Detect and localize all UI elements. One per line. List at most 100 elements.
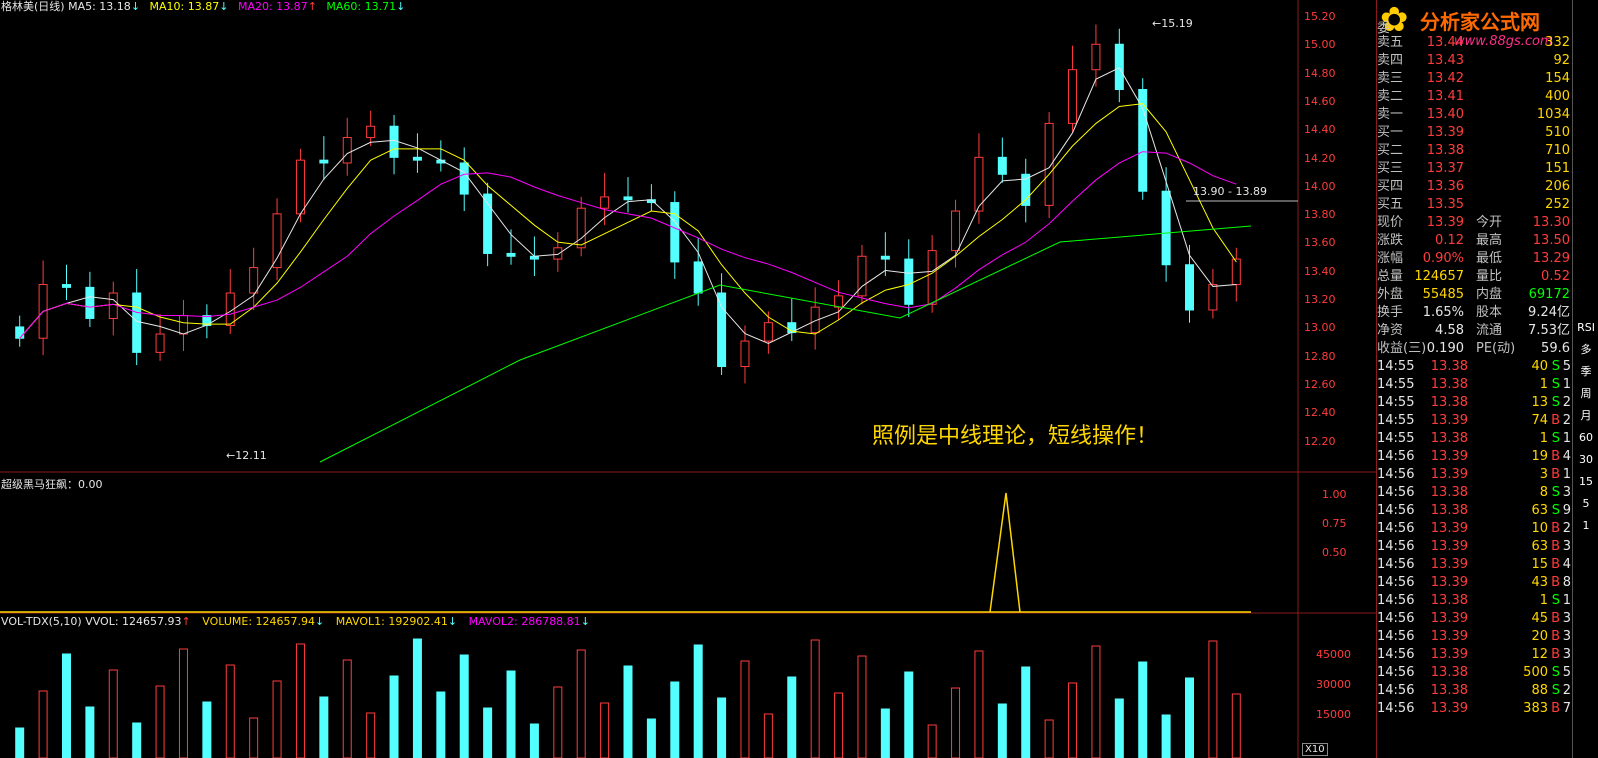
candle-body	[880, 255, 890, 260]
volume-bar	[295, 643, 305, 758]
commentary-text: 照例是中线理论，短线操作！	[872, 424, 1159, 449]
stock-name: 格林美(日线)	[1, 0, 65, 13]
volume-tick: 45000	[1316, 648, 1351, 661]
quote-row: 外盘 55485 内盘 69172	[1377, 287, 1570, 303]
candle-body	[15, 326, 25, 339]
volume-bar	[880, 708, 890, 758]
arrow-down-icon: ↓	[396, 0, 406, 13]
candle-body	[1231, 258, 1241, 286]
toolbar-button[interactable]: 多	[1577, 342, 1595, 358]
volume-bar	[319, 696, 329, 758]
volume-bar	[763, 713, 773, 758]
volume-bar	[1161, 714, 1171, 758]
indicator-title: 超级黑马狂飙：0.00	[1, 478, 103, 491]
ma20-label: MA20: 13.87	[237, 0, 308, 13]
candle-body	[155, 333, 165, 353]
ma5-label: MA5: 13.18	[68, 0, 131, 13]
volume-bar	[1021, 666, 1031, 758]
volume-bar	[623, 665, 633, 758]
candle-body	[272, 213, 282, 269]
indicator-axis: 1.00 0.75 0.50	[1300, 472, 1376, 612]
quote-row: 14:56 13.38 500 S 5	[1377, 665, 1571, 681]
candle-body	[61, 284, 71, 288]
volume-tick: 30000	[1316, 678, 1351, 691]
high-value: 15.19	[1161, 17, 1193, 30]
quote-row: 14:56 13.39 3 B 1	[1377, 467, 1571, 483]
ma60-label: MA60: 13.71	[326, 0, 397, 13]
price-axis: 15.20 15.00 14.80 14.60 14.40 14.20 14.00 13.80…	[1300, 0, 1376, 472]
candle-body	[693, 261, 703, 294]
quote-row: 14:56 13.38 8 S 3	[1377, 485, 1571, 501]
volume-bar	[1091, 645, 1101, 758]
quote-panel: 委卖五 13.44 332 卖四 13.43 92 卖三 13.42 154 卖二 13.41 400…	[1376, 0, 1572, 758]
volume-bar	[1068, 682, 1078, 758]
volume-bar	[576, 649, 586, 758]
volume-bar	[1114, 698, 1124, 758]
candle-body	[1208, 284, 1218, 311]
candle-body	[927, 250, 937, 305]
quote-row: 涨幅 0.90% 最低 13.29	[1377, 251, 1570, 267]
volume-bar	[670, 681, 680, 758]
volume-bar	[85, 706, 95, 758]
right-toolbar: RSI 多季周月 60 30 15 5 1	[1572, 0, 1598, 758]
volume-bar	[810, 639, 820, 758]
volume-bar	[483, 707, 493, 758]
price-tick: 14.00	[1304, 179, 1336, 193]
candle-body	[1138, 88, 1148, 192]
arrow-up-icon: ↑	[307, 0, 317, 13]
candle-body	[670, 202, 680, 263]
candle-body	[904, 258, 914, 305]
kline-chart[interactable]	[0, 0, 1376, 758]
toolbar-button[interactable]: RSI	[1577, 320, 1595, 336]
price-tick: 13.60	[1304, 236, 1336, 250]
arrow-down-icon: ↓	[315, 615, 325, 628]
toolbar-button[interactable]: 1	[1577, 518, 1595, 534]
quote-row: 14:56 13.38 63 S 9	[1377, 503, 1571, 519]
candle-body	[249, 267, 259, 294]
volume-header: VOL-TDX(5,10) VVOL: 124657.93↑ VOLUME: 1…	[1, 615, 590, 628]
price-tick: 14.20	[1304, 151, 1336, 165]
toolbar-button[interactable]: 季	[1577, 364, 1595, 380]
toolbar-button[interactable]: 5	[1577, 496, 1595, 512]
volume-bar	[974, 650, 984, 758]
volume-bar	[38, 690, 48, 758]
toolbar-button[interactable]: 60	[1577, 430, 1595, 446]
volume-bar	[693, 644, 703, 758]
price-tick: 13.00	[1304, 321, 1336, 335]
candle-body	[506, 252, 516, 257]
quote-row: 卖三 13.42 154	[1377, 71, 1570, 87]
volume-bar	[202, 701, 212, 758]
chart-header: 格林美(日线) MA5: 13.18↓ MA10: 13.87↓ MA20: 1…	[1, 0, 405, 13]
quote-row: 收益(三) 0.190 PE(动) 59.6	[1377, 341, 1570, 357]
volume-bar	[646, 718, 656, 758]
candle-body	[1114, 43, 1124, 90]
price-tick: 12.20	[1304, 434, 1336, 448]
volume-bar	[1044, 719, 1054, 758]
volume-tick: 15000	[1316, 708, 1351, 721]
volume-unit[interactable]: X10	[1302, 743, 1328, 756]
volume-bar	[740, 660, 750, 758]
candle-body	[740, 340, 750, 368]
level-annotation: 13.90 - 13.89	[1193, 185, 1267, 198]
indicator-tick: 1.00	[1322, 488, 1347, 501]
volume-bar	[412, 638, 422, 758]
price-tick: 15.00	[1304, 38, 1336, 52]
quote-row: 14:56 13.38 1 S 1	[1377, 593, 1571, 609]
toolbar-button[interactable]: 周	[1577, 386, 1595, 402]
quote-row: 卖五 13.44 332	[1377, 35, 1570, 51]
volume-bar	[1231, 693, 1241, 758]
candlestick-series	[15, 24, 1241, 384]
volume-bar	[459, 654, 469, 758]
volume-label: VOLUME: 124657.94	[202, 615, 315, 628]
indicator-spike	[989, 492, 1021, 613]
volume-bar	[108, 669, 118, 758]
toolbar-button[interactable]: 月	[1577, 408, 1595, 424]
candle-body	[576, 207, 586, 249]
arrow-down-icon: ↓	[219, 0, 229, 13]
candle-body	[342, 137, 352, 164]
quote-row: 买一 13.39 510	[1377, 125, 1570, 141]
toolbar-button[interactable]: 30	[1577, 452, 1595, 468]
toolbar-button[interactable]: 15	[1577, 474, 1595, 490]
quote-row: 14:55 13.38 13 S 2	[1377, 395, 1571, 411]
low-annotation: ←12.11	[226, 449, 267, 462]
